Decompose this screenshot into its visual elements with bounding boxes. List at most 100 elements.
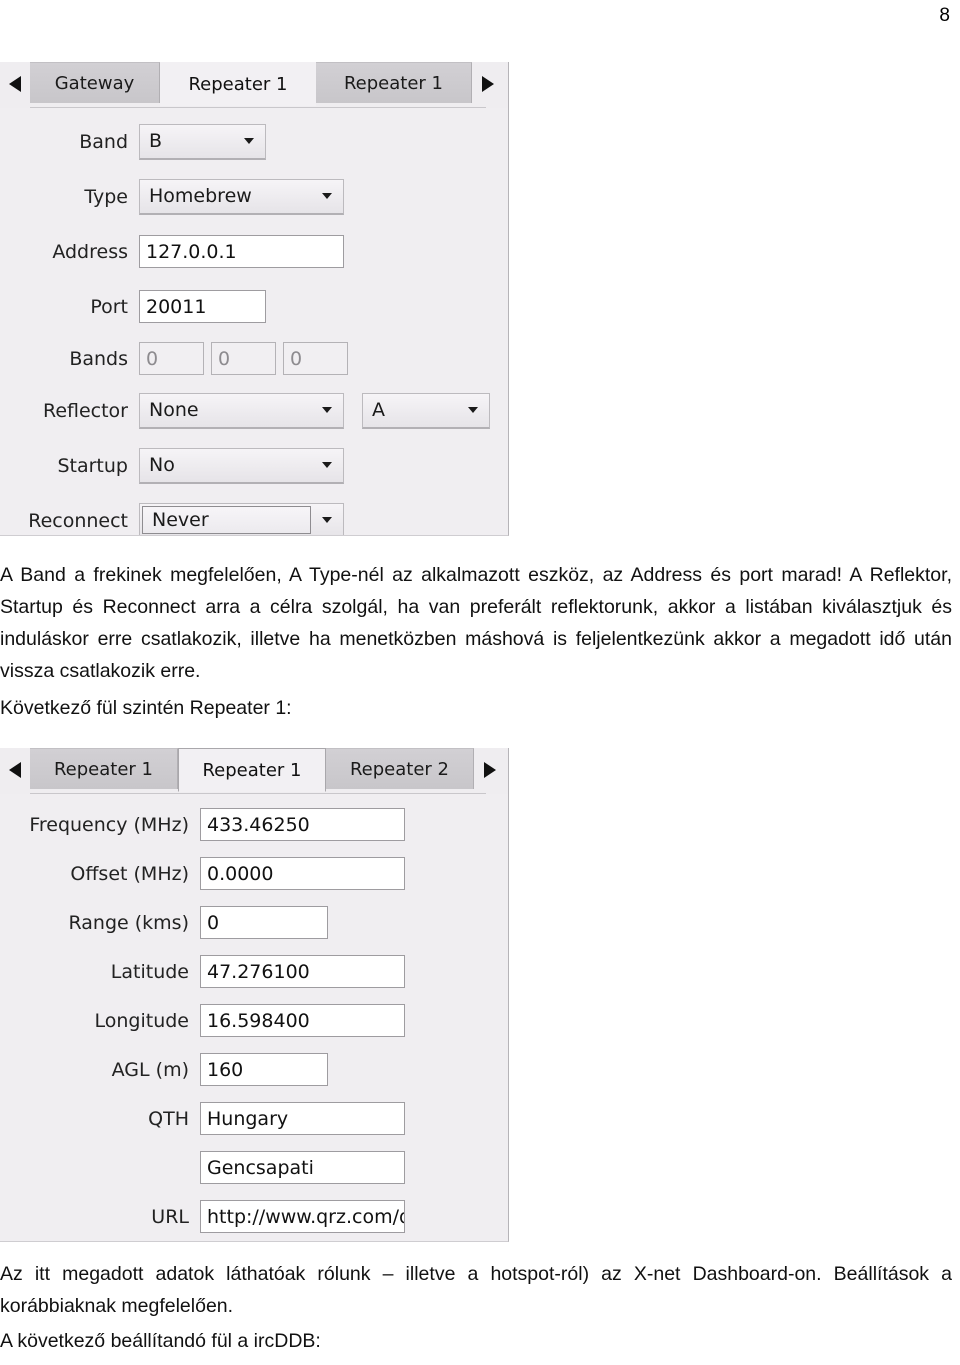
tab-repeater-2-label: Repeater 2 [349,758,449,780]
tab-repeater-1-active[interactable]: Repeater 1 [160,62,316,106]
repeater-form: Frequency (MHz) 433.46250 Offset (MHz) 0… [0,794,508,1241]
band-label: Band [79,130,128,153]
field-row-address: Address 127.0.0.1 [0,224,508,279]
offset-label: Offset (MHz) [70,862,189,885]
qth-input[interactable]: Hungary [200,1102,405,1135]
offset-input[interactable]: 0.0000 [200,857,405,890]
offset-input-value: 0.0000 [207,862,274,885]
tab-scroll-left-icon[interactable] [0,748,30,792]
bands-input-3-value: 0 [290,347,303,370]
bands-label: Bands [69,347,128,370]
reflector-module-select-value: A [372,399,385,421]
range-input-value: 0 [207,911,220,934]
range-label: Range (kms) [68,911,190,934]
qth-label: QTH [148,1107,189,1130]
field-row-longitude: Longitude 16.598400 [0,996,508,1045]
field-row-bands: Bands 0 0 0 [0,334,508,383]
tab-repeater-1-second[interactable]: Repeater 1 [316,62,472,103]
port-label: Port [90,295,128,318]
tab-gateway-label: Gateway [54,72,135,94]
agl-label: AGL (m) [111,1058,189,1081]
reconnect-select[interactable]: Never [139,502,344,535]
bands-input-1[interactable]: 0 [139,342,204,375]
reflector-module-select[interactable]: A [362,392,490,429]
chevron-down-icon [311,517,343,523]
type-select[interactable]: Homebrew [139,178,344,215]
paragraph-next-tab: Következő fül szintén Repeater 1: [0,697,292,719]
gateway-tabstrip: Gateway Repeater 1 Repeater 1 [0,62,508,108]
tab-repeater-1-active[interactable]: Repeater 1 [178,748,326,792]
chevron-down-icon [311,462,343,468]
address-label: Address [52,240,128,263]
tab-repeater-1-first-label: Repeater 1 [53,758,153,780]
tab-scroll-right-icon[interactable] [474,748,504,792]
field-row-reflector: Reflector None A [0,383,508,438]
page-number: 8 [939,5,950,26]
tab-repeater-1-active-label: Repeater 1 [188,73,288,95]
tab-repeater-2[interactable]: Repeater 2 [326,748,474,789]
qth-2-input-value: Gencsapati [207,1156,314,1179]
reflector-select[interactable]: None [139,392,344,429]
type-select-value: Homebrew [149,185,252,207]
reflector-label: Reflector [42,399,128,422]
frequency-input-value: 433.46250 [207,813,310,836]
band-select[interactable]: B [139,123,266,160]
tab-gateway[interactable]: Gateway [30,62,160,103]
url-input-value: http://www.qrz.com/db [207,1205,405,1228]
startup-select-value: No [149,454,175,476]
longitude-input[interactable]: 16.598400 [200,1004,405,1037]
field-row-url: URL http://www.qrz.com/db [0,1192,508,1241]
qth-2-input[interactable]: Gencsapati [200,1151,405,1184]
field-row-band: Band B [0,114,508,169]
chevron-down-icon [457,407,489,413]
startup-select[interactable]: No [139,447,344,484]
reconnect-label: Reconnect [28,509,128,532]
gateway-form: Band B Type Homebrew Address 127.0.0.1 P… [0,108,508,535]
type-label: Type [84,185,128,208]
port-input[interactable]: 20011 [139,290,266,323]
chevron-down-icon [311,407,343,413]
field-row-frequency: Frequency (MHz) 433.46250 [0,800,508,849]
port-input-value: 20011 [146,295,207,318]
latitude-input-value: 47.276100 [207,960,310,983]
chevron-down-icon [233,138,265,144]
paragraph-next-tab-ircddb: A következő beállítandó fül a ircDDB: [0,1330,321,1352]
qth-input-value: Hungary [207,1107,289,1130]
field-row-agl: AGL (m) 160 [0,1045,508,1094]
reconnect-select-value: Never [142,506,311,534]
frequency-input[interactable]: 433.46250 [200,808,405,841]
tab-repeater-1-first[interactable]: Repeater 1 [30,748,178,789]
address-input[interactable]: 127.0.0.1 [139,235,344,268]
paragraph-band-type-reflector: A Band a frekinek megfelelően, A Type-né… [0,564,952,682]
latitude-input[interactable]: 47.276100 [200,955,405,988]
agl-input-value: 160 [207,1058,244,1081]
range-input[interactable]: 0 [200,906,328,939]
address-input-value: 127.0.0.1 [146,240,237,263]
url-label: URL [151,1205,189,1228]
bands-input-1-value: 0 [146,347,159,370]
bands-input-2-value: 0 [218,347,231,370]
tab-scroll-right-icon[interactable] [472,62,502,106]
longitude-input-value: 16.598400 [207,1009,310,1032]
longitude-label: Longitude [94,1009,190,1032]
chevron-down-icon [311,193,343,199]
repeater-tabstrip: Repeater 1 Repeater 1 Repeater 2 [0,748,508,794]
reflector-select-value: None [149,399,199,421]
frequency-label: Frequency (MHz) [29,813,189,836]
bands-input-2[interactable]: 0 [211,342,276,375]
paragraph-dashboard-info: Az itt megadott adatok láthatóak rólunk … [0,1263,952,1317]
band-select-value: B [149,130,163,152]
field-row-type: Type Homebrew [0,169,508,224]
bands-input-3[interactable]: 0 [283,342,348,375]
tab-scroll-left-icon[interactable] [0,62,30,106]
field-row-offset: Offset (MHz) 0.0000 [0,849,508,898]
field-row-port: Port 20011 [0,279,508,334]
url-input[interactable]: http://www.qrz.com/db [200,1200,405,1233]
field-row-latitude: Latitude 47.276100 [0,947,508,996]
latitude-label: Latitude [110,960,189,983]
agl-input[interactable]: 160 [200,1053,328,1086]
field-row-range: Range (kms) 0 [0,898,508,947]
startup-label: Startup [57,454,128,477]
repeater-config-screenshot: Repeater 1 Repeater 1 Repeater 2 Frequen… [0,748,509,1242]
tab-repeater-1-active-label: Repeater 1 [202,759,302,781]
